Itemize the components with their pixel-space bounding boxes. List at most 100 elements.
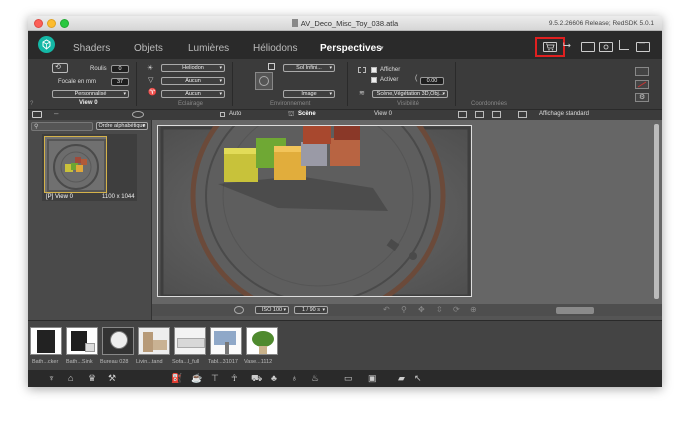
auto-icon[interactable] [220, 112, 225, 117]
layers-select[interactable]: Scène,Végétation 3D,Obj... [372, 90, 448, 98]
move-icon[interactable]: ✥ [418, 305, 425, 314]
library-item[interactable] [246, 327, 278, 355]
camera-icon[interactable] [599, 42, 613, 52]
folder-icon[interactable]: ▰ [398, 373, 405, 384]
tab-lumieres[interactable]: Lumières [188, 43, 229, 54]
library-item-name: Sofa...l_full [172, 359, 200, 365]
display-mode-icon[interactable] [518, 111, 527, 118]
tab-shaders[interactable]: Shaders [73, 43, 110, 54]
coordinates-section-label: Coordonnées [471, 101, 508, 107]
view-thumbnail[interactable] [44, 136, 107, 193]
cart-icon[interactable] [543, 42, 557, 52]
search-view-icon[interactable]: ⚲ [401, 305, 407, 314]
light1-select[interactable]: Aucun [161, 77, 225, 85]
globe-icon[interactable]: ⊕ [470, 305, 477, 314]
lamp-icon: ♈ [148, 89, 157, 96]
shutter-select[interactable]: 1 / 90 s [294, 306, 328, 314]
eye-icon[interactable] [132, 111, 144, 118]
sphere-icon [259, 76, 269, 86]
frame-icon[interactable] [458, 111, 467, 118]
chair-category-icon[interactable]: ♛ [88, 373, 96, 384]
view-label: View 0 [374, 111, 392, 117]
lamp-category-icon[interactable]: ♆ [48, 373, 55, 383]
show-checkbox[interactable] [371, 67, 377, 73]
plant-category-icon[interactable]: ♣ [271, 373, 277, 383]
perspectives-dropdown-icon[interactable]: ▾ [380, 44, 384, 52]
app-logo-icon[interactable] [38, 36, 55, 53]
bottle-category-icon[interactable]: ♁ [291, 373, 298, 383]
app-window: AV_Deco_Misc_Toy_038.atla 9.5.2.26606 Re… [28, 16, 662, 387]
tab-perspectives[interactable]: Perspectives [320, 43, 382, 54]
display-mode-label: Affichage standard [539, 111, 589, 117]
divider [232, 62, 233, 106]
environment-preview[interactable] [255, 72, 273, 90]
spotlight-icon: ▽ [148, 77, 154, 84]
tab-objets[interactable]: Objets [134, 43, 163, 54]
crop-icon[interactable] [619, 40, 629, 50]
aperture-icon[interactable] [234, 306, 244, 314]
roll-label: Roulis [90, 66, 107, 72]
tools-category-icon[interactable]: ⚒ [108, 373, 116, 384]
thumb-name: [P] View 0 [46, 194, 73, 200]
library-item[interactable] [138, 327, 170, 355]
library-item-name: Tabl...31017 [208, 359, 238, 365]
sky-select[interactable]: Sol Infini... [283, 64, 335, 72]
add-view-icon[interactable] [32, 111, 42, 118]
walk-icon[interactable]: ⇳ [436, 305, 443, 314]
monitor-category-icon[interactable]: ▭ [344, 373, 353, 384]
car-category-icon[interactable]: ⛟ [251, 373, 262, 385]
person-category-icon[interactable]: ☥ [231, 373, 238, 384]
library-item[interactable] [66, 327, 98, 355]
bath-category-icon[interactable]: ⌂ [68, 373, 73, 383]
help-icon[interactable]: ? [30, 101, 33, 107]
iso-select[interactable]: ISO 100 [255, 306, 289, 314]
sort-select[interactable]: Ordre alphabétique [96, 122, 148, 130]
cup-category-icon[interactable]: ☕ [191, 373, 202, 384]
horizontal-scrollbar[interactable] [556, 307, 594, 314]
cursor-icon[interactable]: ↖ [414, 373, 422, 384]
library-item[interactable] [174, 327, 206, 355]
light2-select[interactable]: Aucun [161, 90, 225, 98]
library-item-name: Bath...cker [32, 359, 59, 365]
camera-mode-select[interactable]: Personnalisé [52, 90, 129, 98]
divider [136, 62, 137, 106]
clip-value-input[interactable]: 0.00 [420, 77, 444, 85]
roll-input[interactable]: 0 [111, 65, 129, 73]
panels-icon[interactable] [581, 42, 595, 52]
export-arrow-icon[interactable]: ⮡ [563, 40, 571, 51]
sun-icon: ☀ [147, 65, 154, 72]
grid-icon[interactable] [635, 67, 649, 76]
settings-gear-icon[interactable]: ⚙ [635, 93, 649, 102]
zoom-icon[interactable] [492, 111, 501, 118]
view-name-label: View 0 [79, 100, 98, 106]
scene-icon: ⛫ [288, 111, 295, 118]
version-label: 9.5.2.26606 Release; RedSDK 5.0.1 [548, 19, 654, 27]
activate-label: Activer [380, 77, 399, 83]
library-item[interactable] [102, 327, 134, 355]
back-icon[interactable]: ↶ [383, 305, 390, 314]
focal-input[interactable]: 37 [111, 78, 129, 86]
library-item[interactable] [30, 327, 62, 355]
image-select[interactable]: Image [283, 90, 335, 98]
fit-icon[interactable] [475, 111, 484, 118]
activate-checkbox[interactable] [371, 77, 377, 83]
slash-icon[interactable] [635, 80, 649, 89]
library-item[interactable] [210, 327, 242, 355]
sofa-category-icon[interactable]: ⛽ [171, 373, 182, 384]
shower-category-icon[interactable]: ♨ [311, 373, 319, 384]
remove-view-icon[interactable]: – [54, 109, 58, 118]
table-category-icon[interactable]: ⊤ [211, 373, 219, 384]
picture-category-icon[interactable]: ▣ [368, 373, 377, 384]
lighting-section-label: Eclairage [178, 101, 204, 107]
viewport-vertical-scrollbar[interactable] [654, 124, 659, 299]
views-search-input[interactable]: ⚲ [31, 122, 93, 131]
scene-label: Scène [298, 111, 316, 117]
env-toggle-icon[interactable] [268, 63, 275, 70]
render-preview[interactable] [157, 125, 472, 297]
heliodon-select[interactable]: Heliodon [161, 64, 225, 72]
camera-toggle-icon[interactable]: ⟲ [52, 63, 68, 73]
tab-heliodons[interactable]: Héliodons [253, 43, 297, 54]
viewport-toolbar: Auto ⛫ Scène View 0 Affichage standard [152, 110, 662, 120]
rotate-icon[interactable]: ⟳ [453, 305, 460, 314]
more-icon[interactable]: ··· [636, 41, 650, 52]
